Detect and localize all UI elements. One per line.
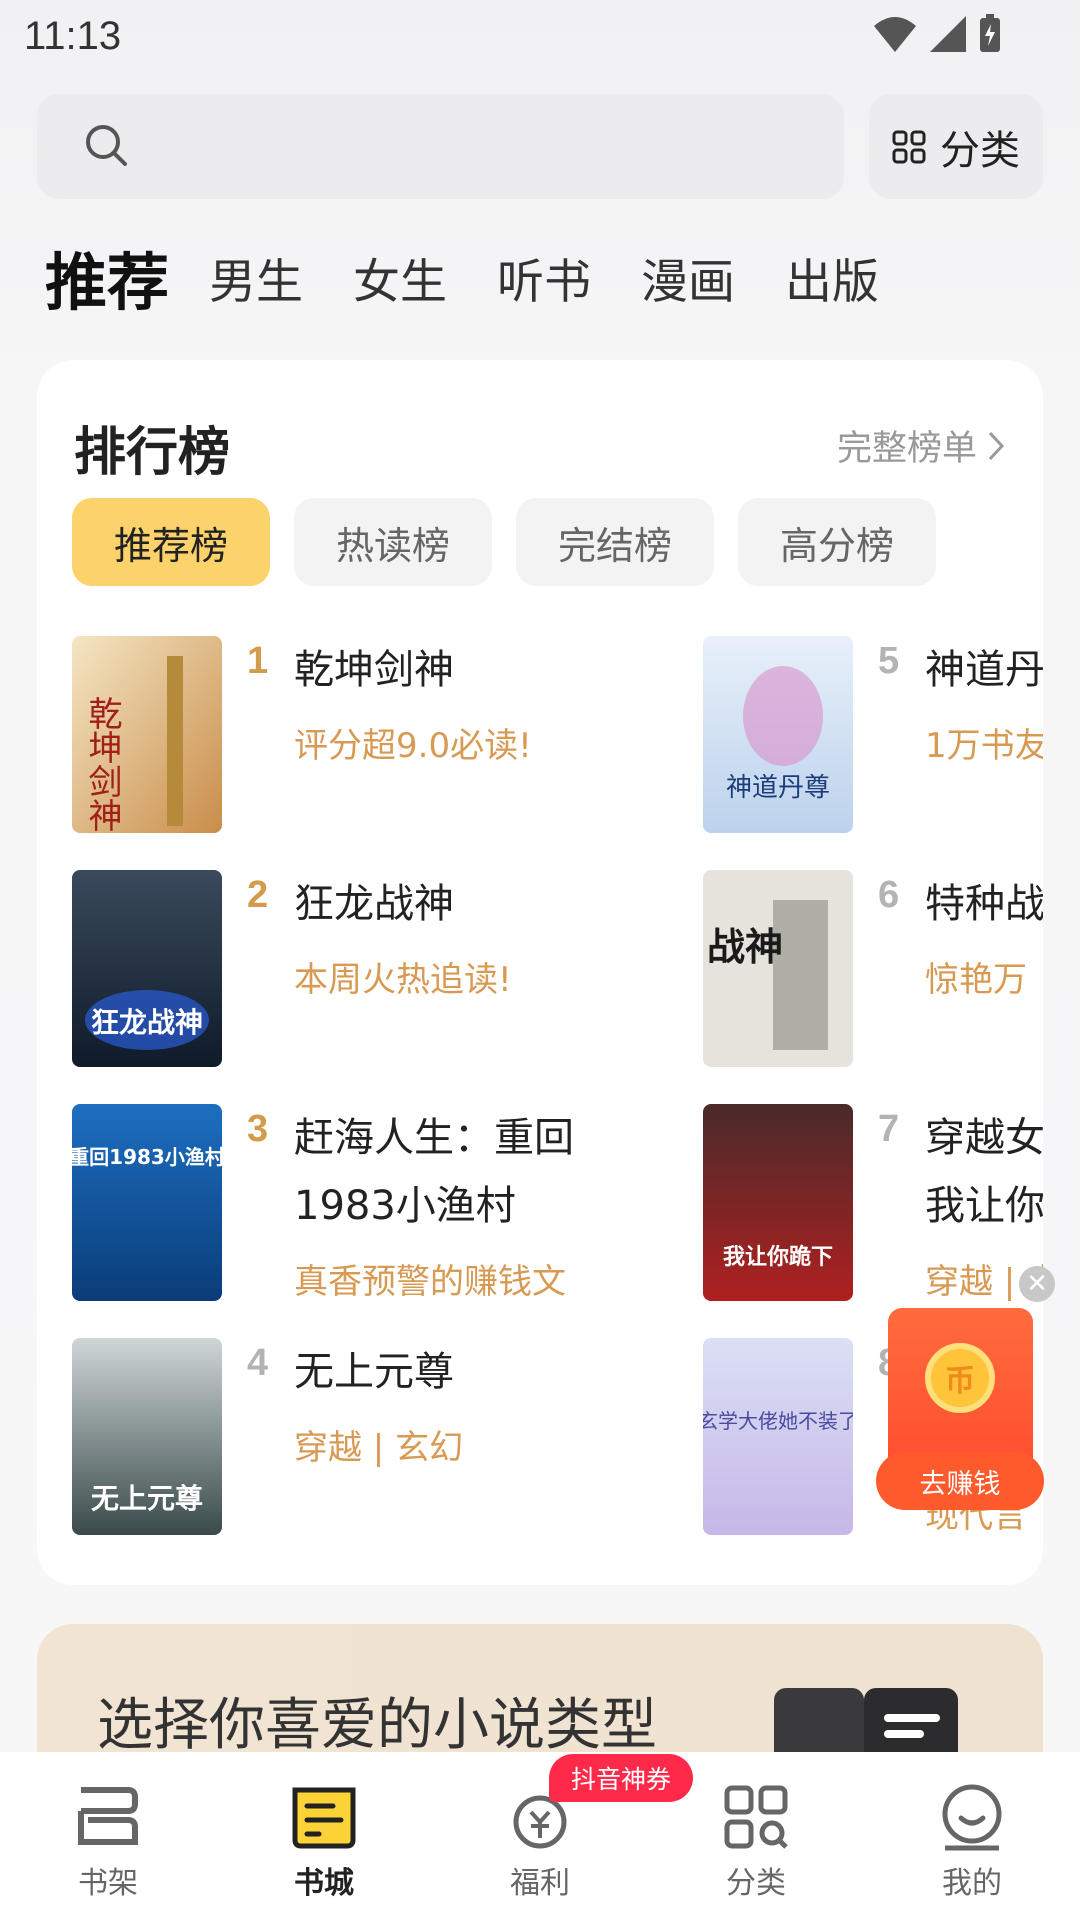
nav-label: 书架 (78, 1866, 138, 1901)
bottom-nav: 书架 书城 福利 分类 我的 (0, 1752, 1080, 1920)
rank-number: 4 (247, 1342, 269, 1384)
cover-title: 狂龙战神 (91, 1006, 203, 1039)
earn-money-float[interactable]: ✕ 币 去赚钱 (876, 1266, 1055, 1516)
status-icons (872, 14, 1002, 54)
cover-title: 乾坤剑神 (82, 696, 122, 832)
search-icon (86, 125, 127, 166)
cover-title: 我让你跪下 (723, 1244, 833, 1270)
rank-number: 3 (247, 1108, 269, 1150)
book-cover: 我让你跪下 (703, 1104, 853, 1301)
rank-number: 7 (878, 1108, 900, 1150)
channel-tabs: 推荐 男生 女生 听书 漫画 出版 (45, 232, 929, 322)
grid-icon (892, 130, 926, 163)
wifi-icon (874, 17, 916, 52)
tab-comic[interactable]: 漫画 (641, 243, 735, 312)
book-tag: 本周火热追读! (294, 960, 512, 1000)
book-item[interactable]: 狂龙战神 2 狂龙战神 本周火热追读! (72, 870, 672, 1070)
book-cover: 神道丹尊 (703, 636, 853, 833)
nav-label: 福利 (510, 1866, 570, 1901)
search-input[interactable] (37, 94, 844, 199)
cover-title: 无上元尊 (91, 1482, 203, 1515)
category-button-label: 分类 (940, 127, 1020, 174)
genre-cards-icon (774, 1688, 958, 1762)
category-button[interactable]: 分类 (869, 94, 1043, 199)
close-icon[interactable]: ✕ (1019, 1266, 1055, 1302)
status-time: 11:13 (24, 14, 122, 58)
book-item[interactable]: 战神 6 特种战 惊艳万 (703, 870, 1043, 1070)
tab-audiobook[interactable]: 听书 (497, 243, 591, 312)
book-title: 穿越女 我让你 (925, 1115, 1043, 1229)
cover-title: 神道丹尊 (726, 773, 830, 803)
nav-bookstore[interactable]: 书城 (216, 1752, 432, 1920)
rank-number: 1 (247, 640, 269, 682)
book-title: 赶海人生：重回1983小渔村 (294, 1115, 574, 1229)
book-item[interactable]: 重回1983小渔村 3 赶海人生：重回1983小渔村 真香预警的赚钱文 (72, 1104, 672, 1304)
cover-title: 战神 (707, 925, 783, 969)
status-bar: 11:13 (0, 0, 1080, 80)
cover-title: 玄学大佬她不装了 (703, 1409, 853, 1433)
book-title: 无上元尊 (294, 1349, 454, 1395)
rank-number: 2 (247, 874, 269, 916)
book-item[interactable]: 无上元尊 4 无上元尊 穿越 | 玄幻 (72, 1338, 672, 1538)
rank-number: 5 (878, 640, 900, 682)
rank-number: 6 (878, 874, 900, 916)
book-tag: 真香预警的赚钱文 (294, 1262, 566, 1302)
book-tag: 1万书友 (925, 726, 1043, 766)
tab-male[interactable]: 男生 (209, 243, 303, 312)
cover-title: 重回1983小渔村 (72, 1145, 222, 1169)
book-cover: 乾坤剑神 (72, 636, 222, 833)
book-title: 狂龙战神 (294, 881, 454, 927)
nav-label: 分类 (726, 1866, 786, 1901)
signal-icon (930, 16, 966, 52)
nav-label: 我的 (942, 1866, 1002, 1901)
book-tag: 评分超9.0必读! (294, 726, 532, 766)
book-item[interactable]: 神道丹尊 5 神道丹 1万书友 (703, 636, 1043, 836)
tab-recommend[interactable]: 推荐 (45, 232, 169, 322)
book-title: 神道丹 (925, 647, 1043, 693)
tab-female[interactable]: 女生 (353, 243, 447, 312)
book-tag: 惊艳万 (925, 960, 1027, 1000)
category-icon (724, 1785, 788, 1849)
profile-icon (942, 1784, 1002, 1851)
nav-bookshelf[interactable]: 书架 (0, 1752, 216, 1920)
tab-publish[interactable]: 出版 (785, 243, 879, 312)
book-cover: 玄学大佬她不装了 (703, 1338, 853, 1535)
book-title: 特种战 (925, 881, 1043, 927)
bookstore-icon (292, 1787, 356, 1849)
book-cover: 重回1983小渔村 (72, 1104, 222, 1301)
nav-label: 书城 (294, 1866, 354, 1901)
book-cover: 无上元尊 (72, 1338, 222, 1535)
book-tag: 穿越 | 玄幻 (294, 1428, 464, 1468)
coin-icon: 币 (925, 1343, 995, 1413)
book-cover: 战神 (703, 870, 853, 1067)
book-cover: 狂龙战神 (72, 870, 222, 1067)
genre-banner-title: 选择你喜爱的小说类型 (97, 1693, 657, 1758)
earn-money-label: 去赚钱 (876, 1452, 1044, 1510)
battery-icon (980, 14, 1000, 52)
bookshelf-icon (78, 1787, 138, 1845)
book-item[interactable]: 乾坤剑神 1 乾坤剑神 评分超9.0必读! (72, 636, 672, 836)
book-title: 乾坤剑神 (294, 647, 454, 693)
promo-badge: 抖音神券 (549, 1754, 694, 1802)
nav-profile[interactable]: 我的 (864, 1752, 1080, 1920)
